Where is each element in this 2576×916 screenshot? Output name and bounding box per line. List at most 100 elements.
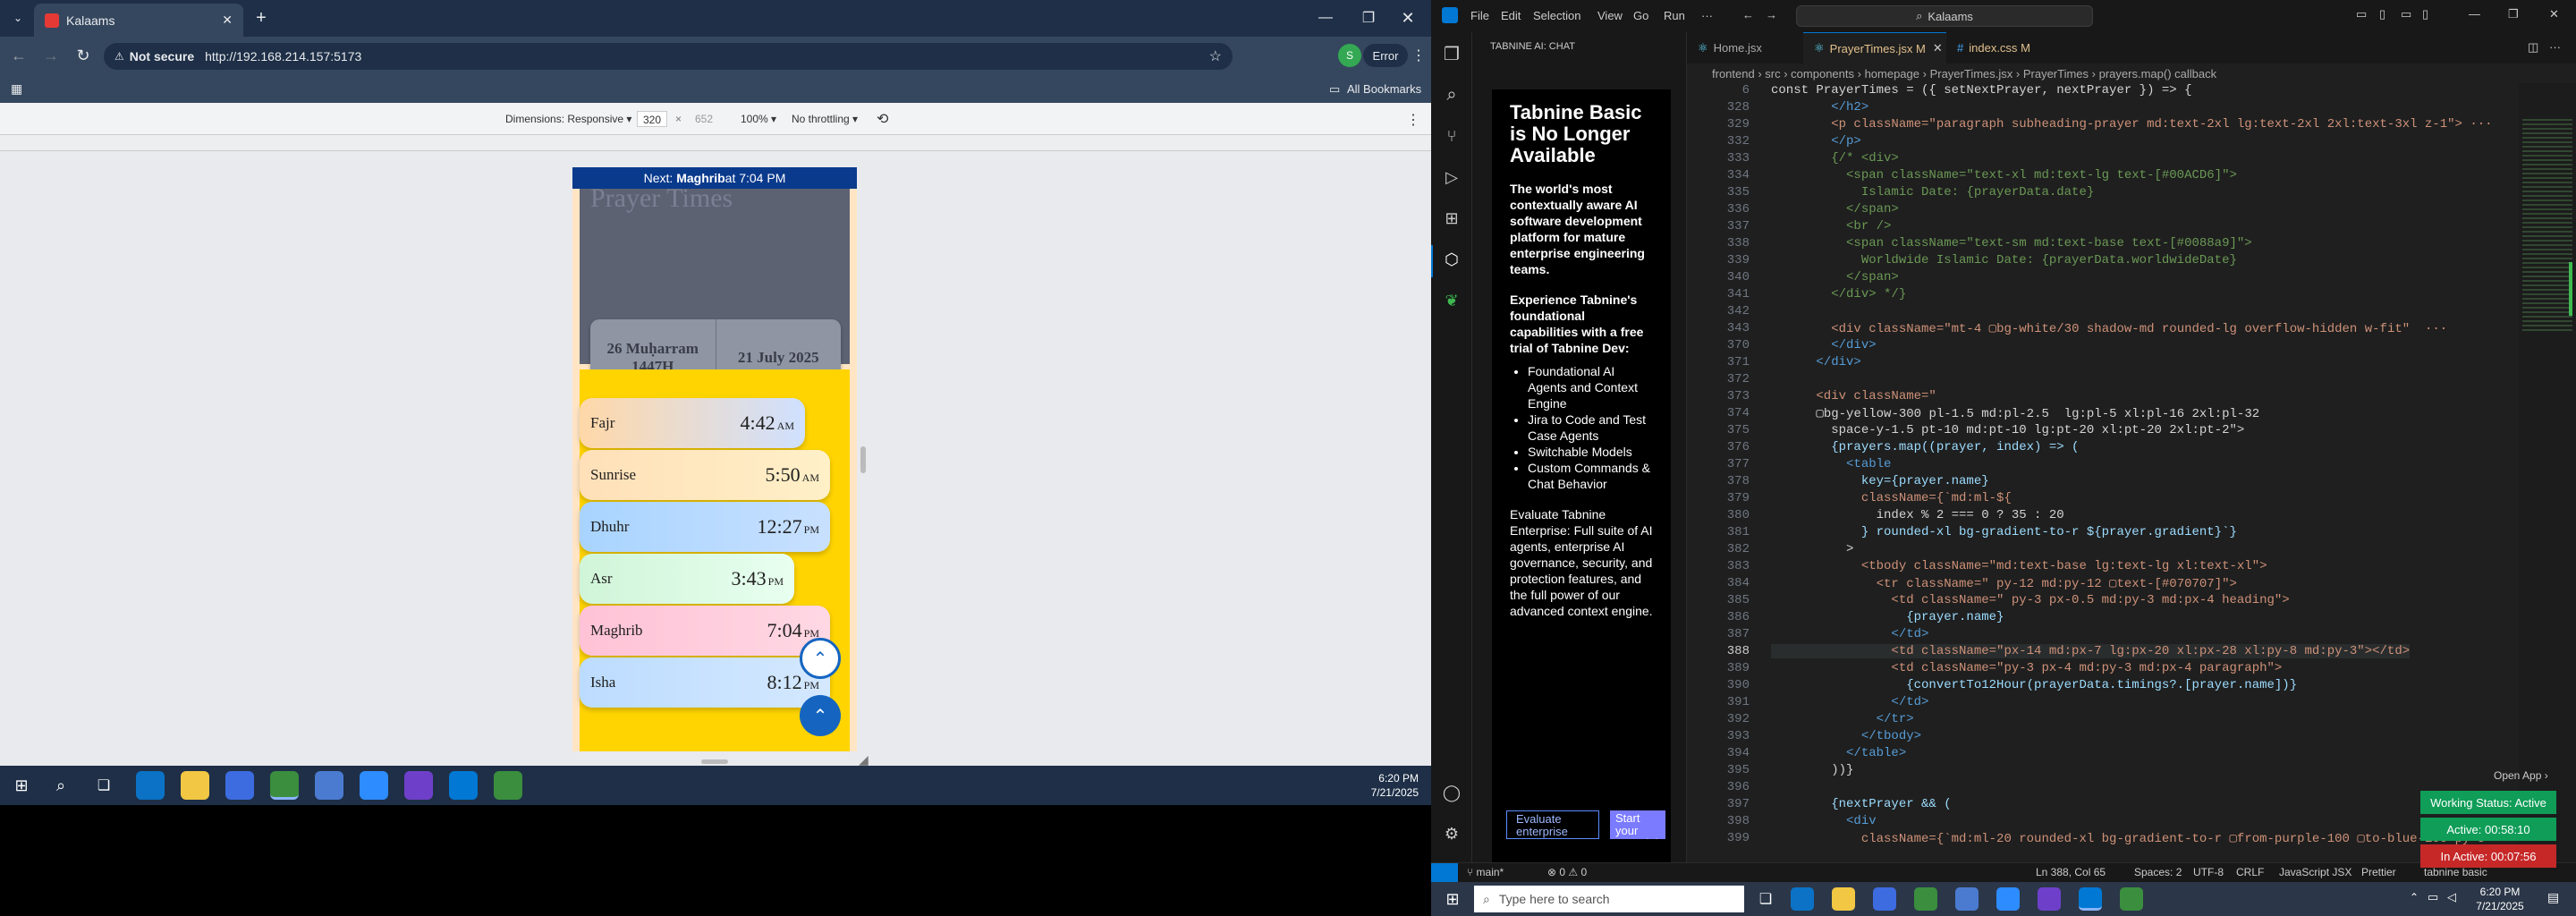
clock[interactable]: 6:20 PM 7/21/2025: [2469, 885, 2531, 913]
task-view-icon[interactable]: ❏: [1757, 890, 1775, 908]
back-icon[interactable]: ←: [7, 44, 30, 67]
restore-icon[interactable]: ❐: [2508, 7, 2519, 21]
close-tab-icon[interactable]: ✕: [1933, 41, 1943, 55]
store-icon[interactable]: [1873, 887, 1896, 911]
forward-icon[interactable]: →: [1766, 8, 1777, 21]
search-icon[interactable]: ⌕: [1441, 84, 1462, 106]
windows-start-icon[interactable]: ⊞: [13, 776, 30, 794]
zoom-app-icon[interactable]: [360, 771, 388, 800]
menu-go[interactable]: Go: [1633, 9, 1648, 22]
github-icon[interactable]: [404, 771, 433, 800]
github-icon[interactable]: [2038, 887, 2061, 911]
language-mode[interactable]: JavaScript JSX: [2279, 866, 2351, 878]
indent-setting[interactable]: Spaces: 2: [2134, 866, 2182, 878]
minimize-icon[interactable]: —: [1315, 7, 1336, 29]
breadcrumb-item[interactable]: components: [1791, 67, 1854, 81]
breadcrumb-item[interactable]: PrayerTimes.jsx: [1930, 67, 2013, 81]
zoom-app-icon[interactable]: [1996, 887, 2020, 911]
menu-edit[interactable]: Edit: [1501, 9, 1521, 22]
chrome-icon[interactable]: [270, 771, 299, 800]
tab-search-icon[interactable]: ⌄: [7, 7, 29, 29]
tabnine-icon[interactable]: ⬡: [1441, 249, 1462, 270]
source-control-icon[interactable]: ⑂: [1441, 125, 1462, 147]
more-actions-icon[interactable]: ···: [2549, 40, 2561, 54]
menu-more[interactable]: ···: [1701, 9, 1713, 22]
menu-selection[interactable]: Selection: [1533, 9, 1580, 22]
all-bookmarks[interactable]: All Bookmarks: [1347, 82, 1421, 96]
vscode-icon[interactable]: [449, 771, 478, 800]
edge-icon[interactable]: [1791, 887, 1814, 911]
encoding[interactable]: UTF-8: [2193, 866, 2224, 878]
sidebar-toggle-icon[interactable]: ▯: [2379, 7, 2385, 21]
evaluate-enterprise-button[interactable]: Evaluate enterprise: [1506, 810, 1599, 839]
close-window-icon[interactable]: ✕: [2549, 7, 2559, 21]
dimensions-select[interactable]: Dimensions: Responsive ▾: [505, 113, 631, 125]
resize-handle-right[interactable]: [860, 446, 866, 473]
chevron-up-icon[interactable]: ⌃: [800, 695, 841, 736]
profile-avatar[interactable]: S: [1338, 44, 1361, 67]
devtools-more-icon[interactable]: ⋮: [1406, 111, 1420, 129]
close-window-icon[interactable]: ✕: [1397, 7, 1419, 29]
apps-grid-icon[interactable]: ▦: [11, 81, 22, 97]
remote-indicator[interactable]: [1431, 863, 1458, 882]
menu-file[interactable]: File: [1470, 9, 1489, 22]
zoom-select[interactable]: 100% ▾: [741, 113, 776, 125]
prettier-status[interactable]: Prettier: [2361, 866, 2396, 878]
address-bar[interactable]: ⚠ Not secure http://192.168.214.157:5173…: [104, 43, 1233, 70]
extensions-icon[interactable]: ⊞: [1441, 208, 1462, 229]
scroll-top-icon[interactable]: ⌃: [800, 638, 841, 679]
settings-gear-icon[interactable]: ⚙: [1441, 823, 1462, 844]
restore-icon[interactable]: ❐: [1358, 7, 1379, 29]
search-icon[interactable]: ⌕: [52, 776, 70, 794]
menu-view[interactable]: View: [1597, 9, 1623, 22]
explorer-icon[interactable]: ❐: [1441, 43, 1462, 64]
menu-dots-icon[interactable]: ⋮: [1411, 44, 1426, 67]
forward-icon[interactable]: →: [39, 44, 63, 67]
run-debug-icon[interactable]: ▷: [1441, 166, 1462, 188]
windows-start-icon[interactable]: ⊞: [1444, 890, 1462, 908]
new-tab-icon[interactable]: +: [250, 7, 272, 29]
command-center[interactable]: ⌕ Kalaams: [1796, 5, 2093, 27]
taskbar-search-box[interactable]: ⌕ Type here to search: [1474, 886, 1744, 912]
clock[interactable]: 6:20 PM 7/21/2025: [1311, 771, 1419, 800]
start-trial-button[interactable]: Start your Dev trial: [1610, 810, 1665, 839]
breadcrumb-item[interactable]: PrayerTimes: [2023, 67, 2089, 81]
resize-handle-bottom[interactable]: [701, 759, 728, 764]
edge-icon[interactable]: [136, 771, 165, 800]
width-input[interactable]: 320: [637, 111, 667, 127]
task-view-icon[interactable]: ❏: [95, 776, 113, 794]
chrome-icon[interactable]: [1914, 887, 1937, 911]
tab-home[interactable]: ⚛ Home.jsx: [1687, 32, 1803, 64]
panel-toggle-icon[interactable]: ▭: [2401, 7, 2411, 21]
rotate-icon[interactable]: ⟲: [877, 110, 888, 128]
split-editor-icon[interactable]: ◫: [2528, 40, 2538, 55]
secondary-sidebar-icon[interactable]: ▯: [2422, 7, 2428, 21]
tab-prayertimes[interactable]: ⚛ PrayerTimes.jsx M ✕: [1803, 32, 1946, 64]
branch-indicator[interactable]: ⑂ main*: [1467, 866, 1504, 878]
store-icon[interactable]: [225, 771, 254, 800]
minimize-icon[interactable]: —: [2469, 7, 2480, 21]
breadcrumb-item[interactable]: src: [1765, 67, 1780, 81]
breadcrumb-item[interactable]: prayers.map() callback: [2099, 67, 2217, 81]
reload-icon[interactable]: ↻: [72, 44, 95, 67]
file-explorer-icon[interactable]: [181, 771, 209, 800]
height-input[interactable]: 652: [689, 111, 719, 127]
problems-indicator[interactable]: ⊗ 0 ⚠ 0: [1547, 866, 1587, 878]
layout-icon[interactable]: ▭: [2356, 7, 2367, 21]
close-tab-icon[interactable]: ✕: [222, 13, 233, 28]
vscode-icon[interactable]: [2079, 887, 2102, 911]
bookmark-star-icon[interactable]: ☆: [1209, 47, 1222, 65]
breadcrumb-item[interactable]: frontend: [1712, 67, 1755, 81]
notifications-icon[interactable]: ▤: [2547, 890, 2559, 905]
cursor-position[interactable]: Ln 388, Col 65: [2036, 866, 2106, 878]
minimap[interactable]: [2519, 83, 2576, 862]
error-button[interactable]: Error: [1363, 44, 1408, 67]
throttle-select[interactable]: No throttling ▾: [792, 113, 858, 125]
tabnine-status[interactable]: tabnine basic: [2424, 866, 2487, 878]
code-editor[interactable]: 6 const PrayerTimes = ({ setNextPrayer, …: [1687, 83, 2519, 862]
tray-chevron-icon[interactable]: ⌃: [2410, 891, 2419, 903]
mongodb-icon[interactable]: ❦: [1441, 290, 1462, 311]
tab-index-css[interactable]: # index.css M: [1946, 32, 2054, 64]
file-explorer-icon[interactable]: [1832, 887, 1855, 911]
breadcrumb-item[interactable]: homepage: [1865, 67, 1919, 81]
